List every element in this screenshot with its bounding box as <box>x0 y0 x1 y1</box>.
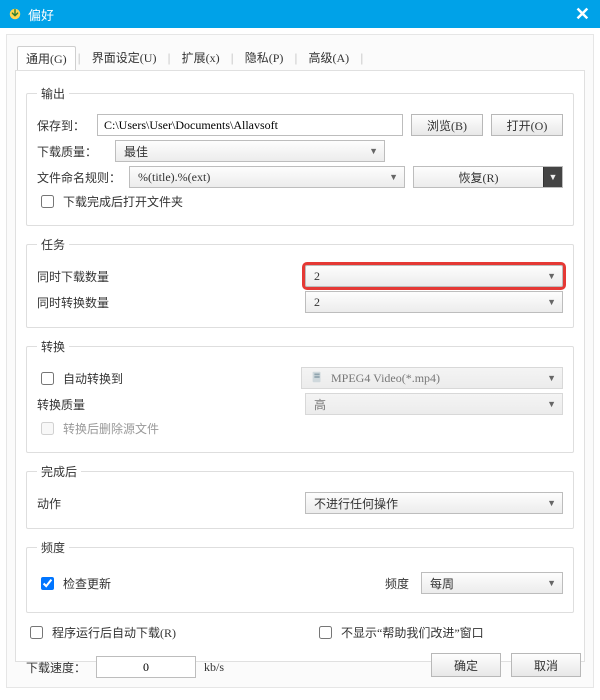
auto-convert-input[interactable] <box>41 372 54 385</box>
quality-label: 下载质量： <box>37 143 107 160</box>
hide-help-window-input[interactable] <box>319 626 332 639</box>
save-to-input[interactable] <box>97 114 403 136</box>
file-icon <box>310 370 324 384</box>
tab-general[interactable]: 通用(G) <box>17 46 76 71</box>
chevron-down-icon: ▼ <box>547 498 556 508</box>
group-tasks-legend: 任务 <box>37 236 69 253</box>
freq-select[interactable]: 每周 ▼ <box>421 572 563 594</box>
open-folder-after-input[interactable] <box>41 195 54 208</box>
tab-privacy[interactable]: 隐私(P) <box>236 45 293 70</box>
group-after-legend: 完成后 <box>37 463 81 480</box>
dialog-buttons: 确定 取消 <box>431 653 581 677</box>
check-updates-input[interactable] <box>41 577 54 590</box>
chevron-down-icon: ▼ <box>547 578 556 588</box>
filename-rule-value: %(title).%(ext) <box>138 170 210 185</box>
simul-dl-value: 2 <box>314 269 320 284</box>
chevron-down-icon: ▼ <box>547 399 556 409</box>
restore-select-value: 恢复(R) <box>414 169 543 186</box>
group-convert-legend: 转换 <box>37 338 69 355</box>
delete-source-input <box>41 422 54 435</box>
window-title: 偏好 <box>28 5 54 24</box>
tab-bar: 通用(G) | 界面设定(U) | 扩展(x) | 隐私(P) | 高级(A) … <box>15 41 585 70</box>
group-after: 完成后 动作 不进行任何操作 ▼ <box>26 463 574 529</box>
cancel-button[interactable]: 取消 <box>511 653 581 677</box>
group-output-legend: 输出 <box>37 85 69 102</box>
after-action-select[interactable]: 不进行任何操作 ▼ <box>305 492 563 514</box>
convert-format-value: MPEG4 Video(*.mp4) <box>331 371 440 385</box>
convert-format-select: MPEG4 Video(*.mp4) ▼ <box>301 367 563 389</box>
tab-extensions[interactable]: 扩展(x) <box>173 45 229 70</box>
after-action-label: 动作 <box>37 495 297 512</box>
restore-select[interactable]: 恢复(R) ▼ <box>413 166 563 188</box>
after-action-value: 不进行任何操作 <box>314 495 398 512</box>
check-updates-checkbox[interactable]: 检查更新 <box>37 574 377 593</box>
quality-select[interactable]: 最佳 ▼ <box>115 140 385 162</box>
simul-dl-label: 同时下载数量 <box>37 268 297 285</box>
group-convert: 转换 自动转换到 MPEG4 Video(*.mp4) ▼ <box>26 338 574 453</box>
content-pane: 通用(G) | 界面设定(U) | 扩展(x) | 隐私(P) | 高级(A) … <box>6 34 594 688</box>
simul-dl-select[interactable]: 2 ▼ <box>305 265 563 287</box>
chevron-down-icon: ▼ <box>389 172 398 182</box>
convert-quality-select: 高 ▼ <box>305 393 563 415</box>
open-button[interactable]: 打开(O) <box>491 114 563 136</box>
chevron-down-icon: ▼ <box>543 167 562 187</box>
convert-quality-value: 高 <box>314 396 326 413</box>
speed-unit: kb/s <box>204 660 224 675</box>
chevron-down-icon: ▼ <box>369 146 378 156</box>
open-folder-after-checkbox[interactable]: 下载完成后打开文件夹 <box>37 192 183 211</box>
chevron-down-icon: ▼ <box>547 297 556 307</box>
app-icon <box>8 7 22 21</box>
autodl-after-start-label: 程序运行后自动下载(R) <box>52 624 176 641</box>
check-updates-label: 检查更新 <box>63 575 111 592</box>
browse-button[interactable]: 浏览(B) <box>411 114 483 136</box>
chevron-down-icon: ▼ <box>547 271 556 281</box>
quality-select-value: 最佳 <box>124 143 148 160</box>
autodl-after-start-input[interactable] <box>30 626 43 639</box>
simul-cv-value: 2 <box>314 295 320 310</box>
filename-rule-label: 文件命名规则： <box>37 169 121 186</box>
group-frequency-legend: 频度 <box>37 539 69 556</box>
tab-general-pane: 输出 保存到： 浏览(B) 打开(O) 下载质量： 最佳 ▼ 文件命名规则： %… <box>15 70 585 662</box>
titlebar: 偏好 ✕ <box>0 0 600 28</box>
group-frequency: 频度 检查更新 频度 每周 ▼ <box>26 539 574 613</box>
autodl-after-start-checkbox[interactable]: 程序运行后自动下载(R) <box>26 623 285 642</box>
delete-source-checkbox: 转换后删除源文件 <box>37 419 159 438</box>
simul-cv-select[interactable]: 2 ▼ <box>305 291 563 313</box>
simul-cv-label: 同时转换数量 <box>37 294 297 311</box>
hide-help-window-label: 不显示“帮助我们改进”窗口 <box>341 624 484 641</box>
auto-convert-checkbox[interactable]: 自动转换到 <box>37 369 293 388</box>
open-folder-after-label: 下载完成后打开文件夹 <box>63 193 183 210</box>
convert-quality-label: 转换质量 <box>37 396 297 413</box>
group-tasks: 任务 同时下载数量 2 ▼ 同时转换数量 2 ▼ <box>26 236 574 328</box>
hide-help-window-checkbox[interactable]: 不显示“帮助我们改进”窗口 <box>315 623 574 642</box>
save-to-label: 保存到： <box>37 117 89 134</box>
freq-label: 频度 <box>385 575 413 592</box>
filename-rule-select[interactable]: %(title).%(ext) ▼ <box>129 166 405 188</box>
speed-label: 下载速度： <box>26 659 88 676</box>
chevron-down-icon: ▼ <box>547 373 556 383</box>
ok-button[interactable]: 确定 <box>431 653 501 677</box>
auto-convert-label: 自动转换到 <box>63 370 123 387</box>
freq-value: 每周 <box>430 575 454 592</box>
delete-source-label: 转换后删除源文件 <box>63 420 159 437</box>
tab-ui[interactable]: 界面设定(U) <box>83 45 166 70</box>
speed-input[interactable] <box>96 656 196 678</box>
tab-advanced[interactable]: 高级(A) <box>300 45 359 70</box>
group-output: 输出 保存到： 浏览(B) 打开(O) 下载质量： 最佳 ▼ 文件命名规则： %… <box>26 85 574 226</box>
close-button[interactable]: ✕ <box>575 5 590 23</box>
